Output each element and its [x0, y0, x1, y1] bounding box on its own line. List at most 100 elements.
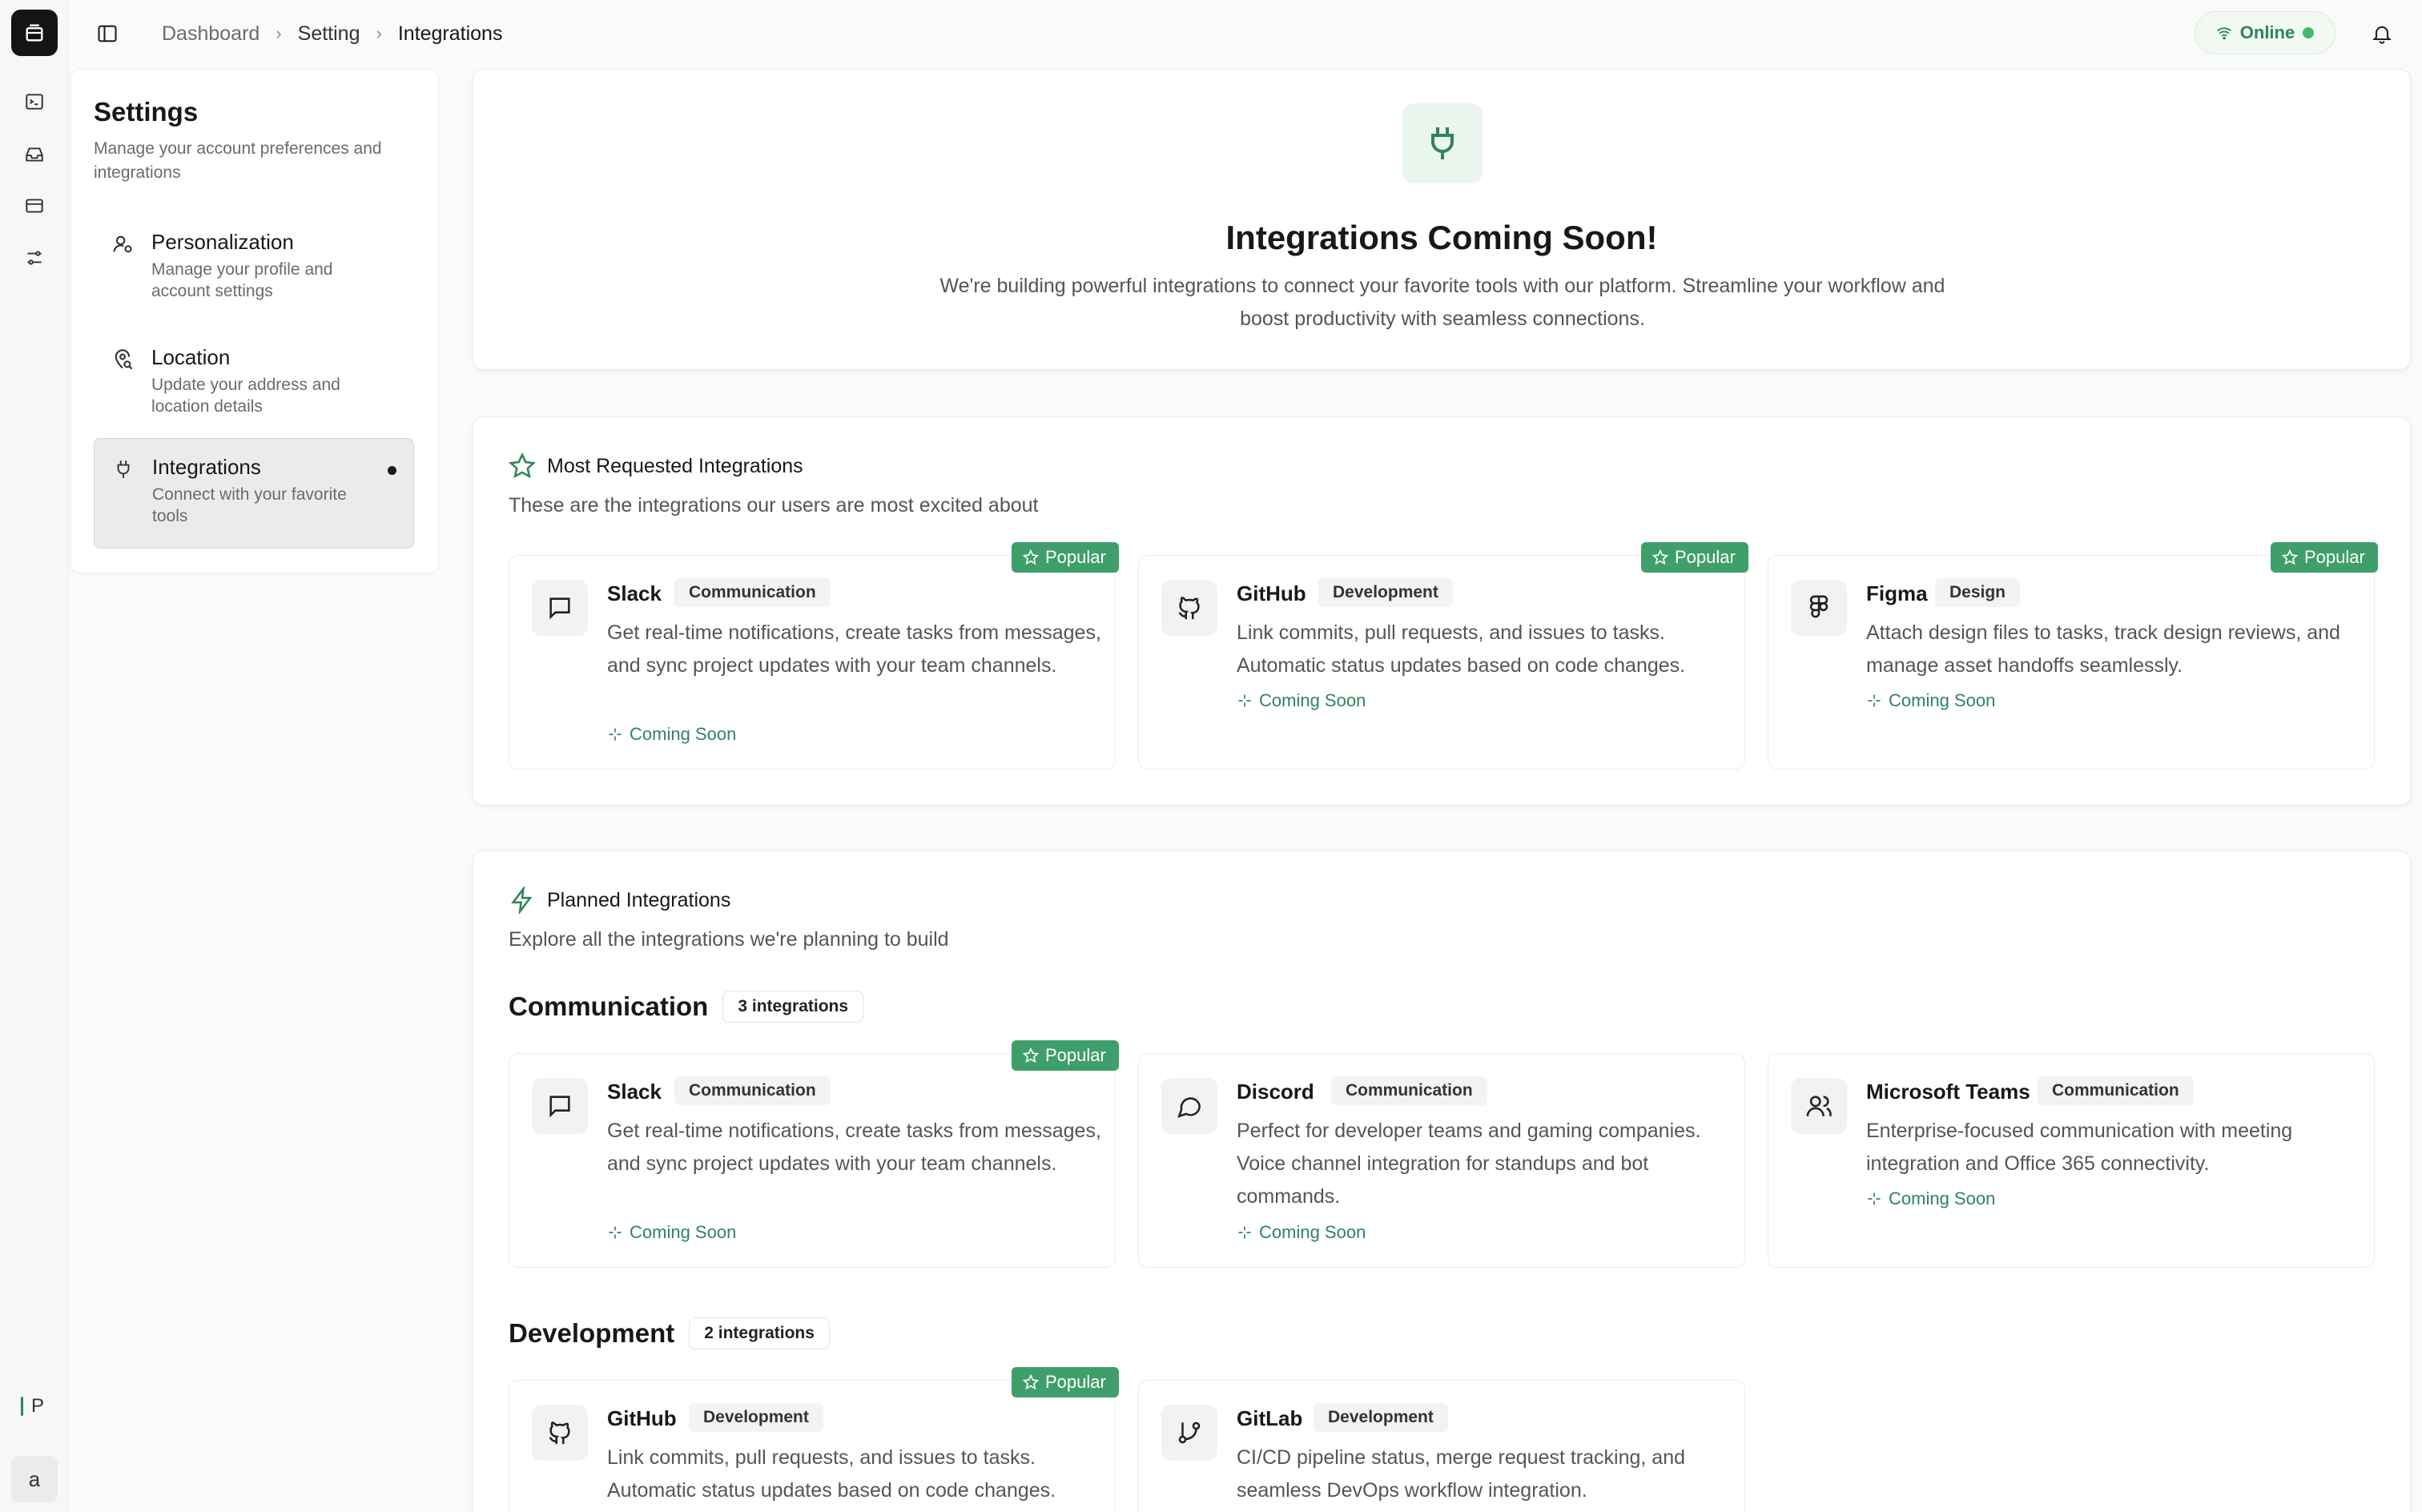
coming-soon-text: Coming Soon	[1889, 690, 1996, 710]
sparkle-icon	[1868, 1192, 1881, 1205]
integration-description: CI/CD pipeline status, merge request tra…	[1237, 1446, 1685, 1502]
git-branch-icon	[1161, 1405, 1217, 1461]
integration-name: Discord	[1237, 1080, 1314, 1104]
hero-title: Integrations Coming Soon!	[1225, 219, 1658, 256]
sparkle-icon	[1238, 694, 1251, 707]
integration-description: Get real-time notifications, create task…	[607, 621, 1101, 677]
section-title-label: Planned Integrations	[547, 888, 731, 911]
sliders-icon[interactable]	[21, 244, 48, 271]
coming-soon-label: Coming Soon	[607, 1222, 736, 1243]
users-icon	[1791, 1078, 1847, 1134]
popular-badge: Popular	[1641, 542, 1748, 573]
group-title-development: Development 2 integrations	[509, 1317, 830, 1349]
panel-left-icon	[98, 25, 117, 42]
integration-description: Link commits, pull requests, and issues …	[1237, 621, 1686, 677]
status-label: Online	[2239, 22, 2295, 42]
integration-card-discord[interactable]: Discord Communication Perfect for develo…	[1138, 1053, 1745, 1268]
inbox-icon[interactable]	[21, 141, 48, 168]
sidebar-toggle-button[interactable]	[93, 19, 122, 48]
integration-card-microsoft-teams[interactable]: Microsoft Teams Communication Enterprise…	[1768, 1053, 2375, 1268]
star-icon	[509, 452, 536, 479]
integration-name: Slack	[607, 1080, 662, 1104]
breadcrumb-setting[interactable]: Setting	[298, 22, 360, 46]
terminal-icon[interactable]	[21, 88, 48, 115]
bell-icon	[2372, 26, 2392, 44]
github-icon	[1161, 580, 1217, 636]
popular-badge: Popular	[2271, 542, 2378, 573]
sparkle-icon	[1238, 1226, 1251, 1239]
category-tag: Development	[1314, 1403, 1448, 1432]
integration-name: GitLab	[1237, 1406, 1303, 1430]
popular-label: Popular	[1675, 547, 1736, 567]
chevron-right-icon: ›	[376, 23, 382, 43]
group-name: Communication	[509, 991, 709, 1021]
integration-card-gitlab[interactable]: GitLab Development CI/CD pipeline status…	[1138, 1380, 1745, 1512]
integration-name: Slack	[607, 581, 662, 605]
coming-soon-label: Coming Soon	[1237, 1222, 1366, 1243]
sidebar-item-personalization[interactable]: Personalization Manage your profile and …	[94, 214, 414, 324]
category-tag: Communication	[674, 578, 831, 607]
integration-description: Get real-time notifications, create task…	[607, 1120, 1101, 1175]
integration-description: Attach design files to tasks, track desi…	[1866, 621, 2340, 677]
coming-soon-hero: Integrations Coming Soon! We're building…	[473, 69, 2411, 370]
app-logo[interactable]	[11, 10, 58, 56]
sidebar-item-desc: Connect with your favorite tools	[152, 485, 347, 525]
hero-text: We're building powerful integrations to …	[939, 275, 1945, 330]
sidebar-item-desc: Update your address and location details	[151, 376, 340, 416]
settings-subtitle: Manage your account preferences and inte…	[94, 139, 382, 182]
category-tag: Communication	[674, 1076, 831, 1105]
coming-soon-text: Coming Soon	[630, 724, 737, 744]
top-bar: Dashboard › Setting › Integrations Onlin…	[69, 0, 2422, 67]
rail-p-item[interactable]: P	[21, 1395, 44, 1418]
avatar[interactable]: a	[11, 1456, 58, 1502]
group-count-badge: 2 integrations	[689, 1317, 830, 1349]
group-name: Development	[509, 1318, 675, 1348]
integration-card-figma[interactable]: Figma Design Attach design files to task…	[1768, 555, 2375, 770]
message-square-icon	[532, 580, 588, 636]
planned-section: Planned Integrations Explore all the int…	[473, 850, 2411, 1512]
message-circle-icon	[1161, 1078, 1217, 1134]
notifications-button[interactable]	[2364, 16, 2400, 51]
group-title-communication: Communication 3 integrations	[509, 991, 864, 1023]
coming-soon-text: Coming Soon	[1889, 1188, 1996, 1208]
sidebar-item-integrations[interactable]: Integrations Connect with your favorite …	[94, 438, 414, 549]
coming-soon-text: Coming Soon	[630, 1222, 737, 1242]
category-tag: Communication	[1331, 1076, 1487, 1105]
popular-badge: Popular	[1012, 1367, 1119, 1397]
breadcrumb-integrations: Integrations	[397, 22, 503, 45]
section-subtitle: These are the integrations our users are…	[509, 494, 1039, 517]
credit-card-icon[interactable]	[21, 192, 48, 219]
sparkle-icon	[609, 1226, 622, 1239]
sparkle-icon	[609, 728, 622, 741]
popular-label: Popular	[1045, 1045, 1106, 1065]
sidebar-item-title: Location	[151, 345, 231, 369]
integration-description: Link commits, pull requests, and issues …	[607, 1446, 1056, 1502]
integration-card-slack[interactable]: Slack Communication Get real-time notifi…	[509, 555, 1116, 770]
integration-card-slack[interactable]: Slack Communication Get real-time notifi…	[509, 1053, 1116, 1268]
star-icon	[1023, 1374, 1039, 1390]
section-subtitle: Explore all the integrations we're plann…	[509, 928, 949, 951]
star-icon	[1023, 1048, 1039, 1064]
section-title: Most Requested Integrations	[509, 452, 803, 480]
popular-label: Popular	[1045, 547, 1106, 567]
active-indicator	[21, 1397, 23, 1416]
integration-name: GitHub	[1237, 581, 1306, 605]
sidebar-item-title: Personalization	[151, 230, 294, 254]
left-rail: P a	[0, 0, 69, 1512]
wifi-icon	[2216, 27, 2231, 40]
integration-card-github[interactable]: GitHub Development Link commits, pull re…	[509, 1380, 1116, 1512]
sparkle-icon	[1868, 694, 1881, 707]
sidebar-item-location[interactable]: Location Update your address and locatio…	[94, 329, 414, 440]
section-title-label: Most Requested Integrations	[547, 454, 803, 477]
integration-card-github[interactable]: GitHub Development Link commits, pull re…	[1138, 555, 1745, 770]
status-badge: Online	[2195, 11, 2336, 54]
coming-soon-text: Coming Soon	[1259, 690, 1366, 710]
popular-badge: Popular	[1012, 542, 1119, 573]
breadcrumb-dashboard[interactable]: Dashboard	[162, 22, 260, 46]
user-cog-icon	[110, 231, 135, 257]
message-square-icon	[532, 1078, 588, 1134]
github-icon	[532, 1405, 588, 1461]
coming-soon-label: Coming Soon	[1866, 1188, 1995, 1209]
plug-icon	[111, 456, 136, 482]
category-tag: Design	[1935, 578, 2021, 607]
